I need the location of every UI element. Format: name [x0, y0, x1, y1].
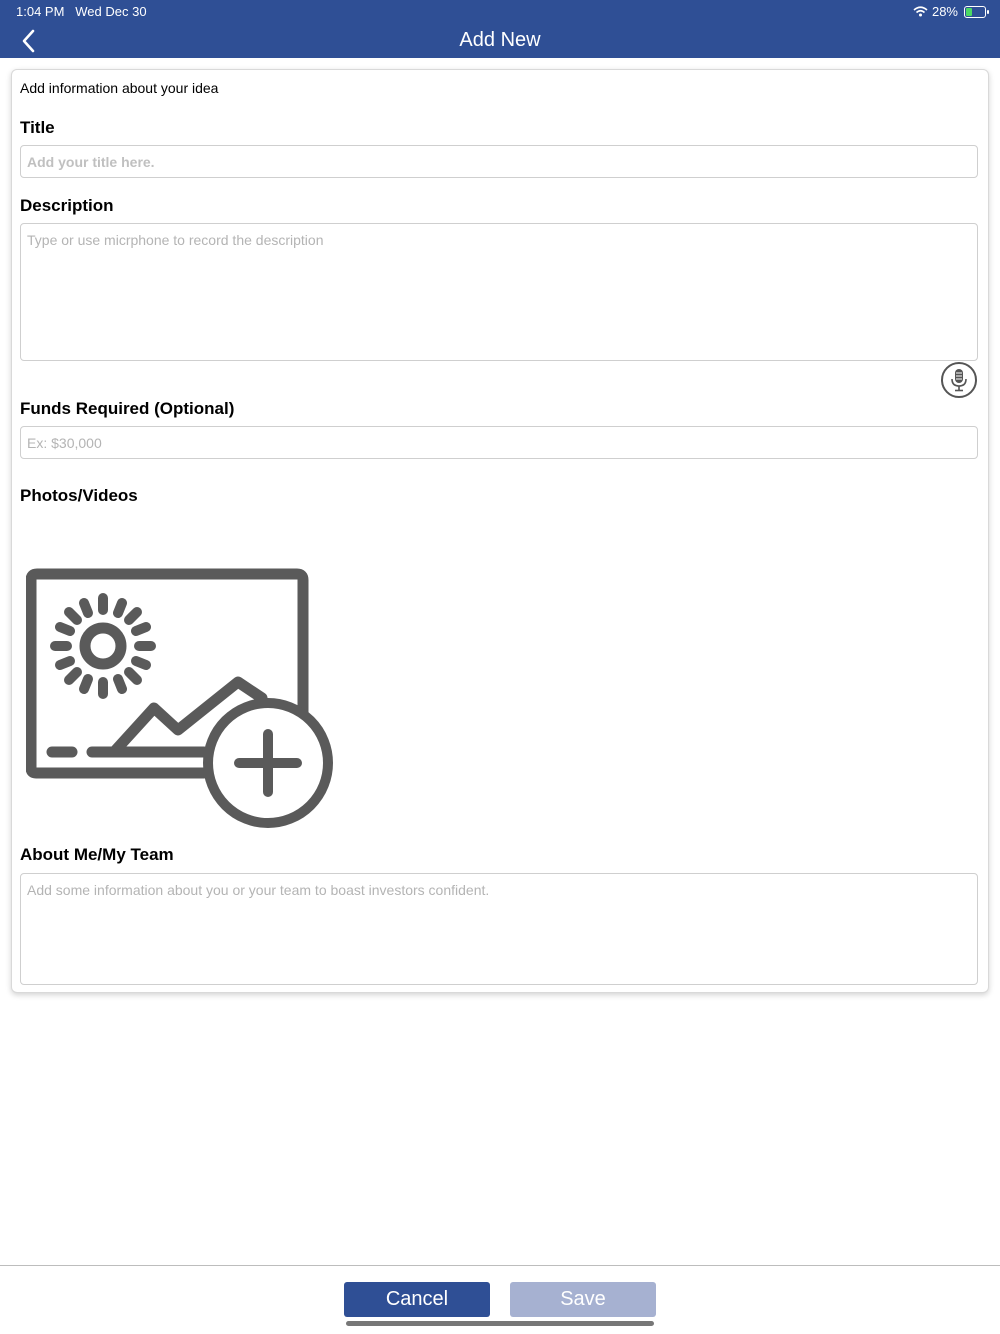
battery-percent: 28%: [931, 4, 958, 19]
save-button[interactable]: Save: [510, 1282, 656, 1317]
microphone-button[interactable]: [941, 362, 977, 398]
description-label: Description: [20, 196, 114, 215]
status-time: 1:04 PM Wed Dec 30: [16, 4, 147, 19]
page-title: Add New: [459, 29, 541, 51]
status-time-text: 1:04 PM: [16, 4, 65, 19]
navigation-bar: 1:04 PM Wed Dec 30 28% Add New: [0, 0, 1000, 58]
add-photo-button[interactable]: [25, 568, 336, 830]
title-input[interactable]: [20, 145, 978, 178]
photos-videos-label: Photos/Videos: [20, 486, 138, 505]
funds-label: Funds Required (Optional): [20, 399, 235, 418]
cancel-button[interactable]: Cancel: [344, 1282, 490, 1317]
idea-form-card: Add information about your idea Title De…: [11, 69, 989, 993]
battery-charging-icon: [964, 5, 989, 18]
add-photo-icon: [25, 568, 333, 828]
status-indicators: 28%: [913, 4, 989, 19]
funds-input[interactable]: [20, 426, 978, 459]
status-date-text: Wed Dec 30: [75, 4, 147, 19]
title-label: Title: [20, 118, 55, 137]
bottom-divider: [0, 1265, 1000, 1266]
about-team-label: About Me/My Team: [20, 845, 174, 864]
form-intro: Add information about your idea: [20, 80, 219, 96]
microphone-icon: [951, 369, 967, 392]
wifi-icon: [913, 6, 928, 17]
about-team-textarea[interactable]: [20, 873, 978, 985]
home-indicator: [346, 1321, 654, 1326]
description-textarea[interactable]: [20, 223, 978, 361]
